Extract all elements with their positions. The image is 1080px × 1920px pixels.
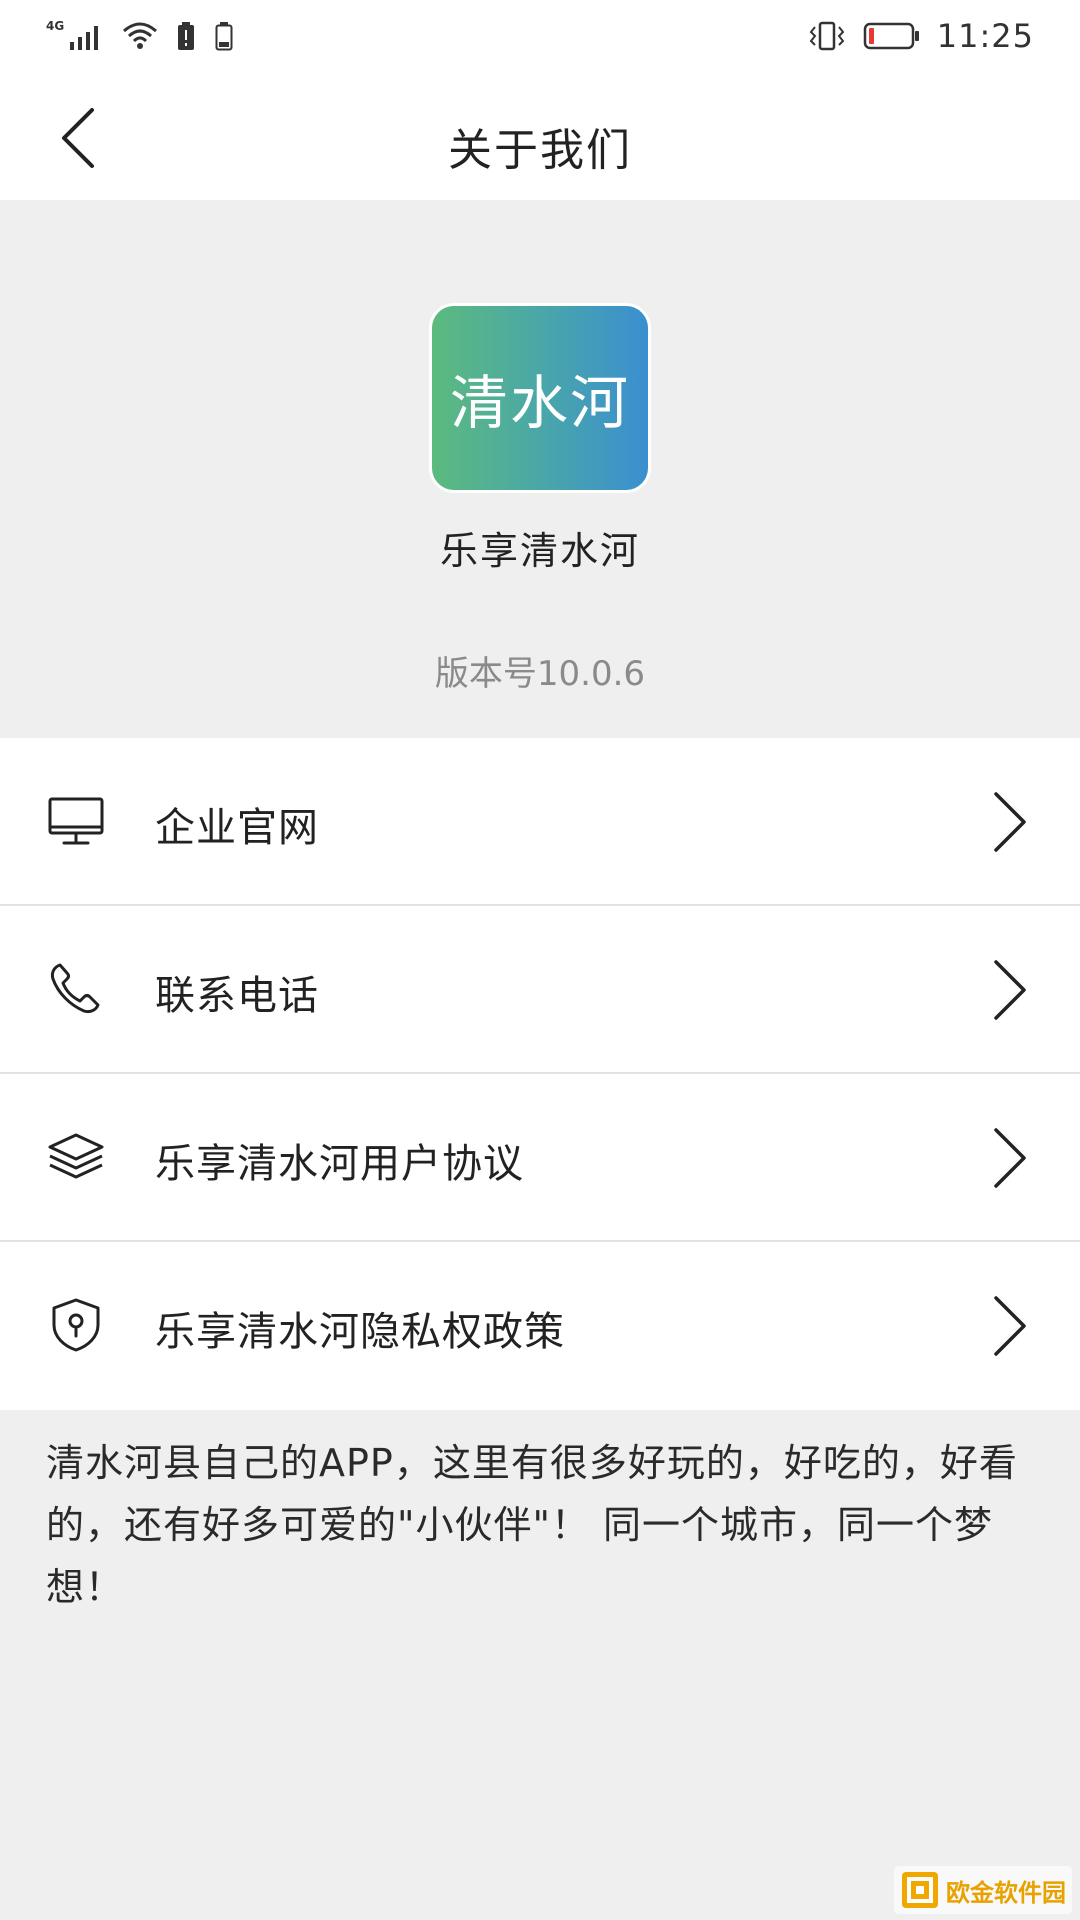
phone-icon <box>50 963 100 1014</box>
nav-bar: 关于我们 <box>0 76 1080 200</box>
version-label: 版本号10.0.6 <box>434 654 646 694</box>
chevron-right-icon <box>994 960 1026 1020</box>
status-left: 4G <box>46 16 234 56</box>
battery-outline-icon <box>215 22 233 51</box>
monitor-icon <box>48 797 104 845</box>
layers-icon <box>48 1133 104 1179</box>
chevron-right-icon <box>994 1296 1026 1356</box>
menu-label: 乐享清水河隐私权政策 <box>155 1309 565 1355</box>
chevron-right-icon <box>994 792 1026 852</box>
vibrate-icon <box>809 21 845 51</box>
menu-label: 乐享清水河用户协议 <box>155 1141 524 1187</box>
network-type-label: 4G <box>46 19 65 33</box>
app-logo: 清水河 <box>432 306 648 490</box>
menu-label: 企业官网 <box>155 805 319 851</box>
watermark-text: 欧金软件园 <box>946 1878 1066 1907</box>
status-right: 11:25 <box>807 16 1034 56</box>
app-description: 清水河县自己的APP，这里有很多好玩的，好吃的，好看的，还有好多可爱的"小伙伴"… <box>46 1441 1018 1609</box>
app-logo-text: 清水河 <box>449 369 630 437</box>
app-name: 乐享清水河 <box>439 529 640 573</box>
menu-label: 联系电话 <box>155 973 319 1019</box>
status-bar: 4G 11:25 <box>0 0 1080 76</box>
battery-low-icon <box>863 22 919 50</box>
page-title: 关于我们 <box>448 125 632 176</box>
menu-list: 企业官网 联系电话 乐享清水河用户协议 乐享清水河隐私权政策 <box>0 738 1080 1410</box>
wifi-icon <box>123 22 158 49</box>
shield-icon <box>52 1298 100 1352</box>
menu-item-phone[interactable]: 联系电话 <box>0 906 1080 1074</box>
status-time: 11:25 <box>936 17 1034 55</box>
chevron-right-icon <box>994 1128 1026 1188</box>
alert-battery-icon <box>178 22 195 50</box>
watermark-logo-icon <box>902 1872 938 1908</box>
menu-item-website[interactable]: 企业官网 <box>0 738 1080 906</box>
signal-icon <box>70 26 99 50</box>
watermark: 欧金软件园 <box>894 1866 1072 1914</box>
app-info-header: 清水河 乐享清水河 版本号10.0.6 <box>0 200 1080 738</box>
menu-item-user-agreement[interactable]: 乐享清水河用户协议 <box>0 1074 1080 1242</box>
menu-item-privacy-policy[interactable]: 乐享清水河隐私权政策 <box>0 1242 1080 1410</box>
